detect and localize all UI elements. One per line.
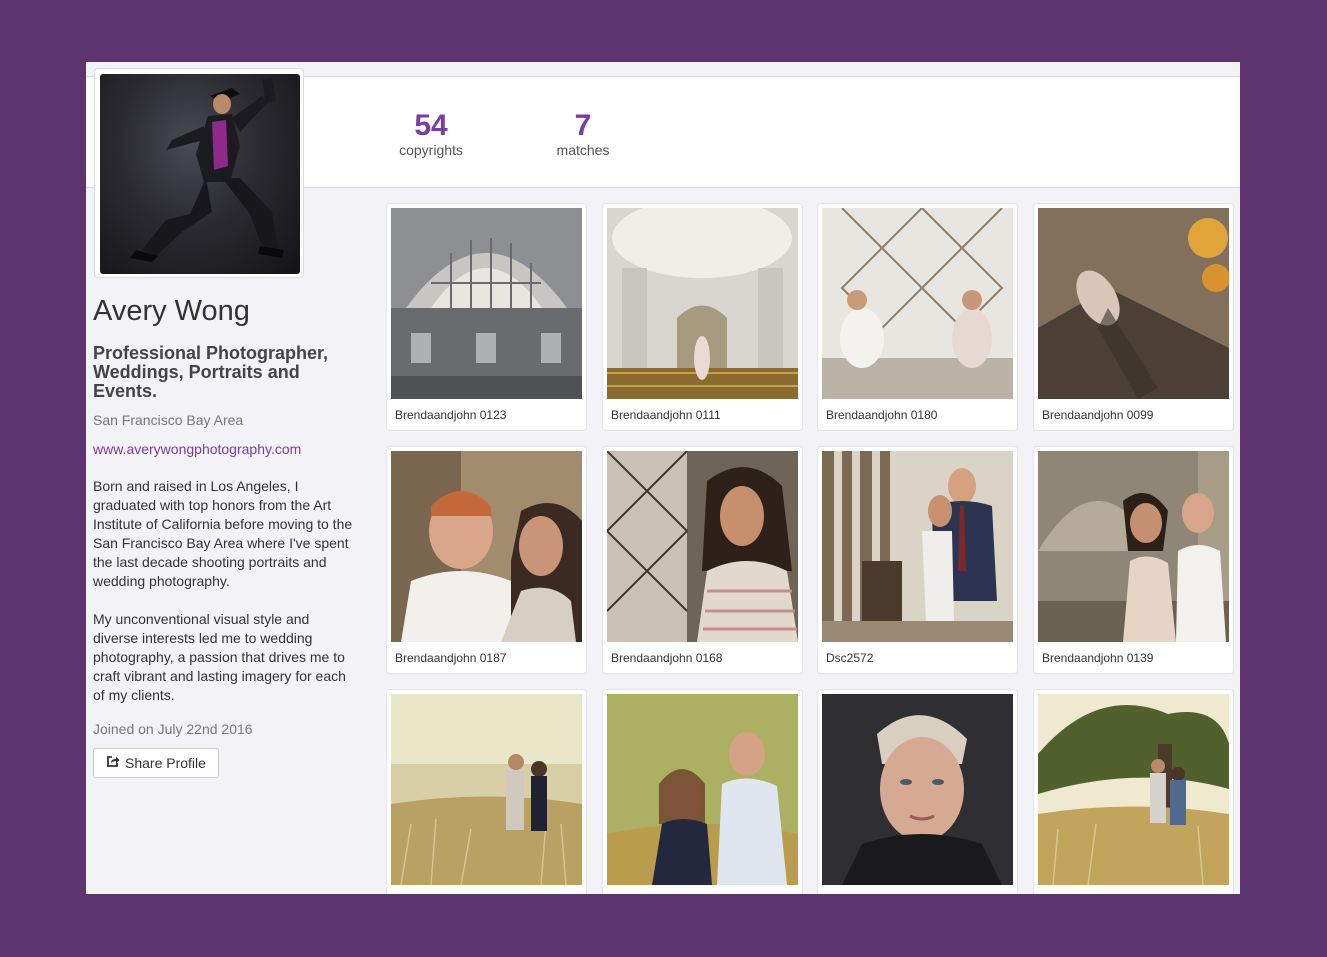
matches-stat[interactable]: 7 matches [523, 109, 643, 159]
photo-thumbnail [1038, 451, 1229, 642]
photo-thumbnail [822, 694, 1013, 885]
photo-card[interactable]: Brendaandjohn 0187 [386, 446, 587, 674]
photo-caption: Brendaandjohn 0099 [1042, 408, 1154, 422]
photo-card[interactable]: Brendaandjohn 0123 [386, 203, 587, 431]
photo-caption: Dsc2572 [826, 651, 874, 665]
photo-caption: Brendaandjohn 0111 [611, 408, 721, 422]
share-icon [106, 755, 120, 771]
matches-label: matches [556, 142, 610, 158]
profile-bio-paragraph-2: My unconventional visual style and diver… [93, 611, 346, 703]
profile-joined-date: Joined on July 22nd 2016 [93, 721, 253, 737]
profile-page: 54 copyrights 7 matches Avery Wong Profe… [86, 62, 1240, 894]
photo-caption: Brendaandjohn 0187 [395, 651, 507, 665]
photo-card[interactable] [1033, 689, 1234, 894]
copyrights-count: 54 [414, 109, 448, 142]
photo-thumbnail [1038, 208, 1229, 399]
photo-thumbnail [607, 208, 798, 399]
photo-thumbnail [391, 451, 582, 642]
profile-headline: Professional Photographer, Weddings, Por… [93, 343, 329, 401]
avatar [94, 68, 304, 278]
photo-card[interactable]: Dsc2572 [817, 446, 1018, 674]
profile-bio-paragraph-1: Born and raised in Los Angeles, I gradua… [93, 478, 353, 589]
share-profile-label: Share Profile [125, 755, 206, 771]
profile-details: Avery Wong Professional Photographer, We… [93, 294, 358, 778]
photo-card[interactable]: Brendaandjohn 0111 [602, 203, 803, 431]
photo-thumbnail [1038, 694, 1229, 885]
photo-caption: Brendaandjohn 0139 [1042, 651, 1154, 665]
photo-caption: Brendaandjohn 0180 [826, 408, 938, 422]
photo-card[interactable] [386, 689, 587, 894]
profile-website-link[interactable]: www.averywongphotography.com [93, 440, 358, 458]
photo-thumbnail [822, 451, 1013, 642]
photo-thumbnail [391, 694, 582, 885]
matches-count: 7 [574, 109, 592, 142]
photo-card[interactable] [602, 689, 803, 894]
photo-card[interactable]: Brendaandjohn 0180 [817, 203, 1018, 431]
photo-thumbnail [607, 451, 798, 642]
photo-card[interactable] [817, 689, 1018, 894]
photo-card[interactable]: Brendaandjohn 0168 [602, 446, 803, 674]
photo-thumbnail [607, 694, 798, 885]
profile-location: San Francisco Bay Area [93, 412, 244, 428]
profile-name: Avery Wong [93, 295, 250, 327]
photo-thumbnail [391, 208, 582, 399]
share-profile-button[interactable]: Share Profile [93, 748, 219, 778]
photo-thumbnail [822, 208, 1013, 399]
photo-card[interactable]: Brendaandjohn 0099 [1033, 203, 1234, 431]
photo-caption: Brendaandjohn 0123 [395, 408, 507, 422]
copyrights-stat[interactable]: 54 copyrights [371, 109, 491, 159]
photo-card[interactable]: Brendaandjohn 0139 [1033, 446, 1234, 674]
avatar-photo [100, 74, 300, 274]
photo-caption: Brendaandjohn 0168 [611, 651, 723, 665]
copyrights-label: copyrights [399, 142, 463, 158]
